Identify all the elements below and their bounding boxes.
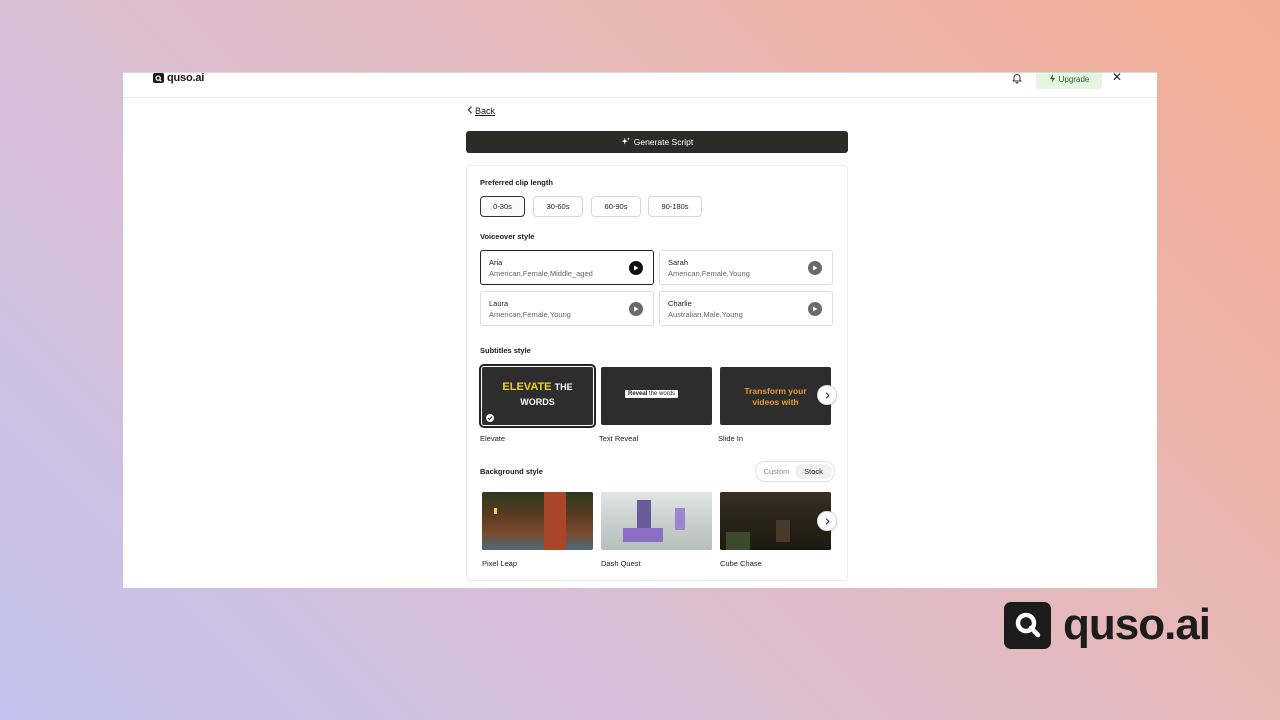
background-label-cube-chase: Cube Chase <box>720 559 762 568</box>
background-label-pixel-leap: Pixel Leap <box>482 559 518 568</box>
voice-description: American,Female,Middle_aged <box>489 269 593 278</box>
pixel-leap-torch <box>494 508 497 514</box>
back-link[interactable]: Back <box>467 106 495 116</box>
chevron-left-icon <box>467 106 473 116</box>
voice-card-aria[interactable]: Aria American,Female,Middle_aged <box>480 250 654 285</box>
sparkle-icon <box>621 136 630 148</box>
text-reveal-preview: Reveal the words <box>625 390 679 398</box>
voice-name: Laura <box>489 299 509 308</box>
watermark-logo: quso.ai <box>1004 600 1211 650</box>
top-bar: quso.ai Upgrade ✕ <box>123 73 1157 98</box>
brand-logo[interactable]: quso.ai <box>153 72 205 84</box>
voiceover-title: Voiceover style <box>480 232 535 241</box>
clip-option-90-180s[interactable]: 90-180s <box>648 196 702 217</box>
dash-quest-block <box>675 508 685 530</box>
back-label: Back <box>475 106 496 116</box>
play-icon[interactable] <box>808 302 822 316</box>
background-dash-quest[interactable] <box>601 492 712 550</box>
subtitles-next-button[interactable] <box>817 385 837 405</box>
play-icon[interactable] <box>808 261 822 275</box>
voice-name: Sarah <box>668 258 689 267</box>
pixel-leap-pillar <box>544 492 566 550</box>
elevate-preview: ELEVATE THE <box>482 381 593 393</box>
subtitle-label-elevate: Elevate <box>480 434 506 443</box>
play-icon[interactable] <box>629 261 643 275</box>
voice-card-sarah[interactable]: Sarah American,Female,Young <box>659 250 833 285</box>
dash-quest-player <box>637 500 651 528</box>
background-label-dash-quest: Dash Quest <box>601 559 641 568</box>
elevate-preview-rest: THE <box>554 382 573 392</box>
cube-chase-block <box>776 520 790 542</box>
voice-name: Aria <box>489 258 503 267</box>
clip-option-30-60s[interactable]: 30-60s <box>533 196 583 217</box>
subtitle-label-slide-in: Slide In <box>718 434 744 443</box>
play-icon[interactable] <box>629 302 643 316</box>
text-reveal-preview-rest: the words <box>649 391 676 397</box>
voice-description: American,Female,Young <box>489 310 571 319</box>
quso-logo-icon <box>1004 601 1051 649</box>
bell-icon[interactable] <box>1011 73 1025 85</box>
voice-name: Charlie <box>668 299 692 308</box>
background-next-button[interactable] <box>817 511 837 531</box>
dash-quest-steps <box>623 528 663 542</box>
background-title: Background style <box>480 467 543 476</box>
voice-card-laura[interactable]: Laura American,Female,Young <box>480 291 654 326</box>
clip-length-title: Preferred clip length <box>480 178 553 187</box>
subtitle-label-text-reveal: Text Reveal <box>599 434 639 443</box>
voice-description: Australian,Male,Young <box>668 310 743 319</box>
quso-logo-icon <box>153 73 164 83</box>
background-source-toggle: Custom Stock <box>755 461 835 482</box>
voice-description: American,Female,Young <box>668 269 750 278</box>
background-pixel-leap[interactable] <box>482 492 593 550</box>
check-icon <box>486 414 494 422</box>
subtitle-style-elevate[interactable]: ELEVATE THE WORDS <box>479 364 596 428</box>
watermark-brand-name: quso.ai <box>1063 600 1211 649</box>
toggle-stock[interactable]: Stock <box>795 464 832 479</box>
elevate-preview-main: ELEVATE <box>502 381 552 393</box>
elevate-preview-line2: WORDS <box>520 397 555 407</box>
close-icon[interactable]: ✕ <box>1112 73 1122 84</box>
brand-name: quso.ai <box>167 72 205 84</box>
lightning-icon <box>1049 73 1056 85</box>
pixel-leap-scene <box>482 492 593 550</box>
subtitle-style-text-reveal[interactable]: Reveal the words <box>601 367 712 425</box>
app-window: quso.ai Upgrade ✕ Back Generate Script P… <box>123 72 1157 588</box>
slide-in-preview-line1: Transform your <box>744 386 807 396</box>
text-reveal-preview-highlight: Reveal <box>628 391 648 397</box>
clip-option-0-30s[interactable]: 0-30s <box>480 196 525 217</box>
cube-chase-foliage <box>726 532 750 550</box>
slide-in-preview-line2: videos with <box>752 397 799 407</box>
chevron-right-icon <box>825 386 830 404</box>
background-cube-chase[interactable] <box>720 492 831 550</box>
generate-script-button[interactable]: Generate Script <box>466 131 848 153</box>
slide-in-preview: Transform your videos with <box>720 386 831 408</box>
settings-panel: Preferred clip length 0-30s 30-60s 60-90… <box>466 165 848 581</box>
chevron-right-icon <box>825 512 830 530</box>
voice-card-charlie[interactable]: Charlie Australian,Male,Young <box>659 291 833 326</box>
subtitle-style-slide-in[interactable]: Transform your videos with <box>720 367 831 425</box>
subtitles-title: Subtitles style <box>480 346 531 355</box>
upgrade-label: Upgrade <box>1058 74 1090 84</box>
upgrade-button[interactable]: Upgrade <box>1036 73 1102 89</box>
clip-option-60-90s[interactable]: 60-90s <box>591 196 641 217</box>
toggle-custom[interactable]: Custom <box>758 467 795 476</box>
generate-script-label: Generate Script <box>633 137 694 147</box>
